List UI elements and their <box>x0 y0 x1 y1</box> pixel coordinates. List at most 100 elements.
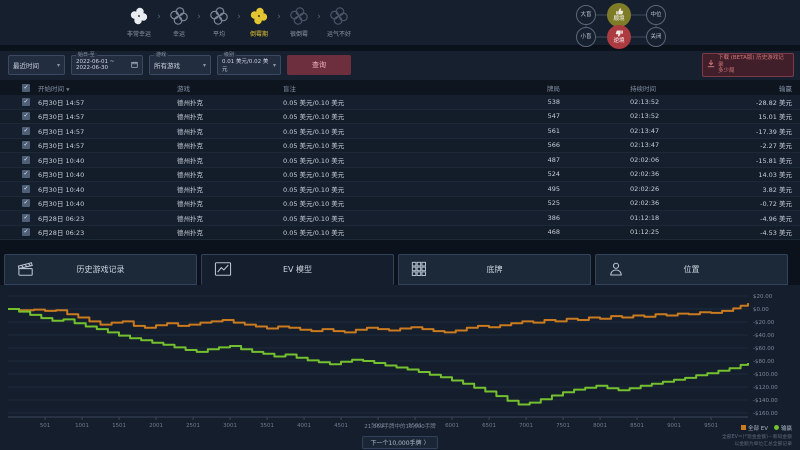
cell-winloss: 15.01 美元 <box>700 111 792 121</box>
cell-hands: 487 <box>500 156 560 164</box>
cell-game: 德州扑克 <box>177 169 203 179</box>
row-checkbox[interactable]: ✓ <box>22 112 30 120</box>
cell-hands: 547 <box>500 112 560 120</box>
next-hands-button[interactable]: 下一个10,000手牌 〉 <box>362 436 439 449</box>
cell-duration: 02:02:36 <box>630 170 659 178</box>
game-filter-select[interactable]: 游戏 所有游戏 ▾ <box>149 55 211 75</box>
cell-duration: 02:02:26 <box>630 185 659 193</box>
table-row[interactable]: ✓ 6月30日 10:40 德州扑克 0.05 美元/0.10 美元 524 0… <box>0 168 800 183</box>
cell-hands: 495 <box>500 185 560 193</box>
row-checkbox[interactable]: ✓ <box>22 98 30 106</box>
cell-start-time: 6月30日 10:40 <box>38 198 84 208</box>
cell-hands: 566 <box>500 141 560 149</box>
cell-hands: 525 <box>500 199 560 207</box>
cell-game: 德州扑克 <box>177 198 203 208</box>
col-header-hands[interactable]: 牌局 <box>500 83 560 93</box>
cell-blinds: 0.05 美元/0.10 美元 <box>283 155 344 165</box>
luck-step-label: 运气不好 <box>322 29 356 38</box>
cell-game: 德州扑克 <box>177 111 203 121</box>
clover-icon <box>202 5 236 27</box>
cell-winloss: -15.81 美元 <box>700 155 792 165</box>
app-screen: 非常幸运› 幸运› 平均› 倒霉期› 很倒霉› 运气不好 <box>0 0 800 450</box>
table-row[interactable]: ✓ 6月30日 10:40 德州扑克 0.05 美元/0.10 美元 495 0… <box>0 182 800 197</box>
table-row[interactable]: ✓ 6月28日 06:23 德州扑克 0.05 美元/0.10 美元 468 0… <box>0 226 800 241</box>
grid-icon <box>411 261 427 279</box>
table-row[interactable]: ✓ 6月30日 14:57 德州扑克 0.05 美元/0.10 美元 561 0… <box>0 124 800 139</box>
hud-circle-label: 小盲 <box>580 34 591 40</box>
luck-scale: 非常幸运› 幸运› 平均› 倒霉期› 很倒霉› 运气不好 <box>122 5 356 38</box>
clover-icon <box>322 5 356 27</box>
chart-icon <box>214 261 232 279</box>
calendar-icon[interactable] <box>131 61 138 70</box>
query-button[interactable]: 查询 <box>287 55 351 75</box>
cell-game: 德州扑克 <box>177 155 203 165</box>
cell-hands: 524 <box>500 170 560 178</box>
legend-ev-swatch <box>741 425 746 430</box>
tab-ev-model[interactable]: EV 模型 <box>201 254 394 285</box>
table-row[interactable]: ✓ 6月30日 14:57 德州扑克 0.05 美元/0.10 美元 566 0… <box>0 139 800 154</box>
table-row[interactable]: ✓ 6月30日 14:57 德州扑克 0.05 美元/0.10 美元 538 0… <box>0 95 800 110</box>
row-checkbox[interactable]: ✓ <box>22 214 30 222</box>
y-axis-tick-label: -$40.00 <box>753 333 775 339</box>
col-header-game[interactable]: 游戏 <box>177 83 190 93</box>
cell-duration: 02:13:52 <box>630 98 659 106</box>
col-header-blinds[interactable]: 盲注 <box>283 83 296 93</box>
table-row[interactable]: ✓ 6月30日 10:40 德州扑克 0.05 美元/0.10 美元 525 0… <box>0 197 800 212</box>
luck-step[interactable]: 很倒霉 <box>282 5 316 38</box>
hud-circle-plain[interactable]: 中位 <box>646 5 666 25</box>
chevron-down-icon: ▾ <box>57 62 60 69</box>
hands-count-note: 21,369手牌中的10,000手牌 <box>0 422 800 430</box>
hud-circle-plain[interactable]: 大盲 <box>576 5 596 25</box>
cell-start-time: 6月28日 06:23 <box>38 213 84 223</box>
col-header-duration[interactable]: 持续时间 <box>630 83 656 93</box>
luck-step-label: 幸运 <box>162 29 196 38</box>
tab-history[interactable]: 历史游戏记录 <box>4 254 197 285</box>
row-checkbox[interactable]: ✓ <box>22 127 30 135</box>
table-row[interactable]: ✓ 6月30日 10:40 德州扑克 0.05 美元/0.10 美元 487 0… <box>0 153 800 168</box>
table-header-row: ✓ 开始时间 ▼ 游戏 盲注 牌局 持续时间 输赢 <box>0 80 800 95</box>
row-checkbox[interactable]: ✓ <box>22 156 30 164</box>
row-checkbox[interactable]: ✓ <box>22 141 30 149</box>
luck-step[interactable]: 非常幸运 <box>122 5 156 38</box>
luck-step[interactable]: 运气不好 <box>322 5 356 38</box>
tab-label: 历史游戏记录 <box>77 264 125 275</box>
select-all-checkbox[interactable]: ✓ <box>22 84 30 92</box>
cell-start-time: 6月30日 14:57 <box>38 140 84 150</box>
stakes-filter-select[interactable]: 级别 0.01 美元/0.02 美元 ▾ <box>217 55 281 75</box>
download-history-button[interactable]: 下载 (BETA版) 历史游戏记录 多少局 <box>702 53 794 77</box>
cell-winloss: -4.53 美元 <box>700 227 792 237</box>
luck-step[interactable]: 平均 <box>202 5 236 38</box>
hud-circle-plain[interactable]: 小盲 <box>576 27 596 47</box>
cell-start-time: 6月30日 14:57 <box>38 126 84 136</box>
table-row[interactable]: ✓ 6月30日 14:57 德州扑克 0.05 美元/0.10 美元 547 0… <box>0 110 800 125</box>
luck-step-label: 倒霉期 <box>242 29 276 38</box>
luck-step[interactable]: 倒霉期 <box>242 5 276 38</box>
tab-position[interactable]: 位置 <box>595 254 788 285</box>
cell-blinds: 0.05 美元/0.10 美元 <box>283 227 344 237</box>
col-header-start-time[interactable]: 开始时间 ▼ <box>38 83 70 93</box>
clapper-icon <box>17 261 35 279</box>
hud-circle-plain[interactable]: 关闭 <box>646 27 666 47</box>
row-checkbox[interactable]: ✓ <box>22 185 30 193</box>
hud-circle-thumbs-up[interactable]: 顺境 <box>607 3 631 27</box>
cell-winloss: -4.96 美元 <box>700 213 792 223</box>
y-axis-tick-label: -$20.00 <box>753 320 775 326</box>
tab-label: 位置 <box>684 264 700 275</box>
tab-hole-cards[interactable]: 底牌 <box>398 254 591 285</box>
legend-winloss-swatch <box>774 425 779 430</box>
col-header-winloss[interactable]: 输赢 <box>700 83 792 93</box>
luck-step[interactable]: 幸运 <box>162 5 196 38</box>
chevron-down-icon: ▾ <box>203 62 206 69</box>
table-row[interactable]: ✓ 6月28日 06:23 德州扑克 0.05 美元/0.10 美元 386 0… <box>0 211 800 226</box>
row-checkbox[interactable]: ✓ <box>22 228 30 236</box>
date-range-input[interactable]: 始日-至 2022-06-01 ~ 2022-06-30 <box>71 55 143 75</box>
sort-icon: ▼ <box>66 88 69 93</box>
hud-circle-label: 逆境 <box>613 38 624 44</box>
stakes-filter-value: 0.01 美元/0.02 美元 <box>222 57 273 73</box>
query-button-label: 查询 <box>312 60 326 70</box>
luck-step-label: 平均 <box>202 29 236 38</box>
row-checkbox[interactable]: ✓ <box>22 199 30 207</box>
row-checkbox[interactable]: ✓ <box>22 170 30 178</box>
time-filter-select[interactable]: 最近时间 ▾ <box>8 55 65 75</box>
hud-circle-thumbs-down[interactable]: 逆境 <box>607 25 631 49</box>
